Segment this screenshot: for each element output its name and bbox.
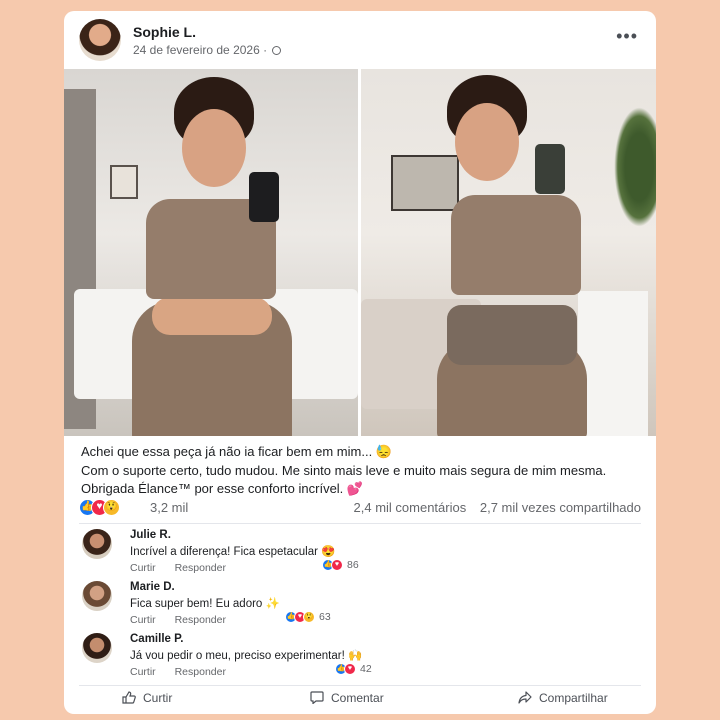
caption-line: Obrigada Élance™ por esse conforto incrí… [81, 481, 364, 496]
post-card: Sophie L. 24 de fevereiro de 2026 · ••• [64, 11, 656, 714]
post-photos[interactable] [64, 69, 656, 436]
comment-reply-button[interactable]: Responder [175, 614, 226, 626]
comment-like-button[interactable]: Curtir [130, 562, 156, 574]
commenter-avatar[interactable] [82, 529, 112, 559]
comment-actions: Curtir Responder [130, 562, 226, 574]
photo-after[interactable] [361, 69, 656, 436]
reactions-summary: 👍 ♥ 😲 3,2 mil 2,4 mil comentários 2,7 mil … [79, 499, 641, 517]
dresser-decor [578, 291, 648, 436]
comments-count[interactable]: 2,4 mil comentários [354, 500, 467, 515]
figure-belly [152, 297, 272, 335]
comment-actions: Curtir Responder [130, 666, 226, 678]
comment-reaction-count: 86 [347, 559, 359, 571]
post-date[interactable]: 24 de fevereiro de 2026 · [133, 43, 282, 57]
shares-count[interactable]: 2,7 mil vezes compartilhado [480, 500, 641, 515]
globe-icon [272, 46, 282, 55]
wow-reaction-icon[interactable]: 😲 [103, 499, 120, 517]
share-icon [518, 691, 532, 704]
figure-belt [447, 305, 577, 365]
commenter-name[interactable]: Julie R. [130, 529, 171, 541]
love-reaction-icon: ♥ [344, 663, 356, 676]
comment-reaction-count: 42 [360, 663, 372, 675]
post-actions-bar: Curtir Comentar Compartilhar [64, 687, 656, 713]
comment-text: Incrível a diferença! Fica espetacular 😍 [130, 546, 336, 558]
wow-reaction-icon: 😲 [303, 611, 315, 624]
post-stats: 2,4 mil comentários 2,7 mil vezes compar… [354, 500, 641, 515]
divider [79, 523, 641, 524]
commenter-avatar[interactable] [82, 581, 112, 611]
comment-reactions[interactable]: 👍 ♥ 86 [322, 559, 359, 572]
comment-item: Julie R. Incrível a diferença! Fica espe… [82, 529, 642, 579]
more-icon[interactable]: ••• [616, 27, 638, 45]
comment-like-button[interactable]: Curtir [130, 614, 156, 626]
share-label[interactable]: Compartilhar [539, 691, 608, 705]
commenter-name[interactable]: Camille P. [130, 633, 184, 645]
love-reaction-icon: ♥ [331, 559, 343, 572]
comment-reactions[interactable]: 👍 ♥ 42 [335, 663, 372, 676]
commenter-avatar[interactable] [82, 633, 112, 663]
figure-top [451, 195, 581, 295]
figure-head [182, 109, 246, 187]
post-caption: Achei que essa peça já não ia ficar bem … [81, 443, 641, 499]
like-button[interactable]: Curtir [122, 691, 172, 705]
caption-line: Com o suporte certo, tudo mudou. Me sint… [81, 462, 607, 478]
wall-frame [110, 165, 138, 199]
comment-label[interactable]: Comentar [331, 691, 384, 705]
post-date-text[interactable]: 24 de fevereiro de 2026 · [133, 43, 267, 57]
wall-frame [391, 155, 459, 211]
phone [535, 144, 565, 194]
phone [249, 172, 279, 222]
comment-reply-button[interactable]: Responder [175, 666, 226, 678]
comment-item: Camille P. Já vou pedir o meu, preciso e… [82, 633, 642, 683]
comment-reply-button[interactable]: Responder [175, 562, 226, 574]
comment-text: Fica super bem! Eu adoro ✨ [130, 598, 280, 610]
comment-reaction-count: 63 [319, 611, 331, 623]
thumbs-up-icon [122, 691, 136, 704]
author-name[interactable]: Sophie L. [133, 24, 196, 40]
divider [79, 685, 641, 686]
commenter-name[interactable]: Marie D. [130, 581, 175, 593]
reaction-count[interactable]: 3,2 mil [150, 500, 188, 515]
author-avatar[interactable] [79, 19, 121, 61]
figure-head [455, 103, 519, 181]
comment-like-button[interactable]: Curtir [130, 666, 156, 678]
comment-icon [310, 691, 324, 704]
comment-button[interactable]: Comentar [310, 691, 384, 705]
comment-text: Já vou pedir o meu, preciso experimentar… [130, 650, 363, 662]
comment-item: Marie D. Fica super bem! Eu adoro ✨ Curt… [82, 581, 642, 631]
share-button[interactable]: Compartilhar [518, 691, 608, 705]
photo-before[interactable] [64, 69, 358, 436]
comment-reactions[interactable]: 👍 ♥ 😲 63 [285, 611, 331, 624]
like-label[interactable]: Curtir [143, 691, 172, 705]
caption-line: Achei que essa peça já não ia ficar bem … [81, 444, 392, 459]
post-header: Sophie L. 24 de fevereiro de 2026 · ••• [64, 11, 656, 69]
comment-actions: Curtir Responder [130, 614, 226, 626]
plant-decor [614, 107, 656, 227]
